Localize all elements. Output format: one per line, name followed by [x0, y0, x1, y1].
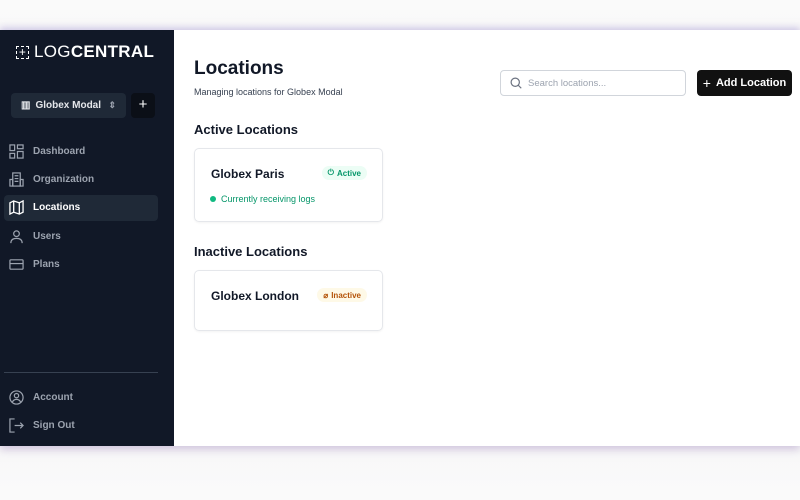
sidebar-divider [4, 372, 158, 373]
sidebar-item-sign-out[interactable]: Sign Out [4, 412, 158, 438]
sidebar-item-label: Plans [33, 259, 60, 271]
sidebar-item-label: Account [33, 391, 73, 403]
add-location-button[interactable]: + Add Location [697, 70, 792, 96]
org-name: Globex Modal [35, 100, 102, 111]
status-dot [210, 196, 216, 202]
location-name: Globex London [211, 289, 299, 303]
sidebar-item-label: Users [33, 230, 61, 242]
main-content: Locations Managing locations for Globex … [174, 30, 800, 446]
sidebar-item-label: Dashboard [33, 145, 86, 157]
sidebar-bottom: Account Sign Out [4, 384, 158, 441]
sidebar-item-account[interactable]: Account [4, 384, 158, 410]
plus-icon: + [702, 75, 711, 91]
status-badge: ⏻ Active [321, 166, 367, 180]
account-icon [9, 389, 24, 405]
add-location-label: Add Location [715, 77, 787, 89]
sidebar-item-label: Sign Out [33, 419, 75, 431]
building-icon: ▥ [21, 100, 31, 111]
location-card[interactable]: Globex Paris ⏻ Active Currently receiving… [194, 148, 383, 222]
badge-label: Active [336, 168, 361, 178]
receiving-status: Currently receiving logs [210, 194, 315, 204]
inactive-locations-heading: Inactive Locations [194, 244, 308, 259]
org-switcher[interactable]: ▥ Globex Modal ⇕ [11, 93, 126, 118]
building-icon [9, 172, 24, 187]
sidebar-item-label: Organization [33, 173, 95, 185]
sidebar-item-label: Locations [33, 202, 81, 214]
sidebar-item-users[interactable]: Users [4, 223, 158, 249]
add-org-button[interactable]: + [131, 93, 155, 118]
logo-text-bold: CENTRAL [70, 42, 155, 61]
dashboard-icon [9, 143, 24, 159]
location-card[interactable]: Globex London ⌀ Inactive [194, 270, 383, 331]
page-subtitle: Managing locations for Globex Modal [194, 87, 343, 97]
credit-card-icon [9, 259, 24, 270]
sidebar: + LOG CENTRAL ▥ Globex Modal ⇕ + Dashboard O… [0, 30, 174, 446]
sidebar-item-plans[interactable]: Plans [4, 252, 158, 278]
page-title: Locations [194, 58, 284, 79]
logo-text-light: LOG [34, 42, 71, 61]
location-name: Globex Paris [211, 167, 285, 181]
user-icon [10, 229, 23, 243]
active-locations-heading: Active Locations [194, 122, 299, 137]
badge-label: Inactive [331, 290, 361, 300]
logo-icon: + [16, 45, 29, 59]
sign-out-icon [9, 418, 24, 433]
chevron-updown-icon: ⇕ [108, 100, 116, 110]
sidebar-nav: Dashboard Organization Locations Users P… [4, 138, 158, 280]
app-window: + LOG CENTRAL ▥ Globex Modal ⇕ + Dashboard O… [0, 30, 800, 446]
logo[interactable]: + LOG CENTRAL [16, 42, 154, 62]
sidebar-item-locations[interactable]: Locations [4, 194, 158, 221]
status-text: Currently receiving logs [221, 194, 316, 204]
search-input[interactable]: Search locations... [500, 70, 686, 96]
sidebar-item-dashboard[interactable]: Dashboard [4, 138, 158, 164]
power-off-icon: ⌀ [323, 290, 329, 300]
search-icon [510, 77, 522, 89]
sidebar-item-organization[interactable]: Organization [4, 166, 158, 192]
search-placeholder: Search locations... [528, 77, 607, 89]
map-icon [9, 200, 24, 216]
power-icon: ⏻ [327, 168, 334, 177]
status-badge: ⌀ Inactive [317, 288, 367, 302]
